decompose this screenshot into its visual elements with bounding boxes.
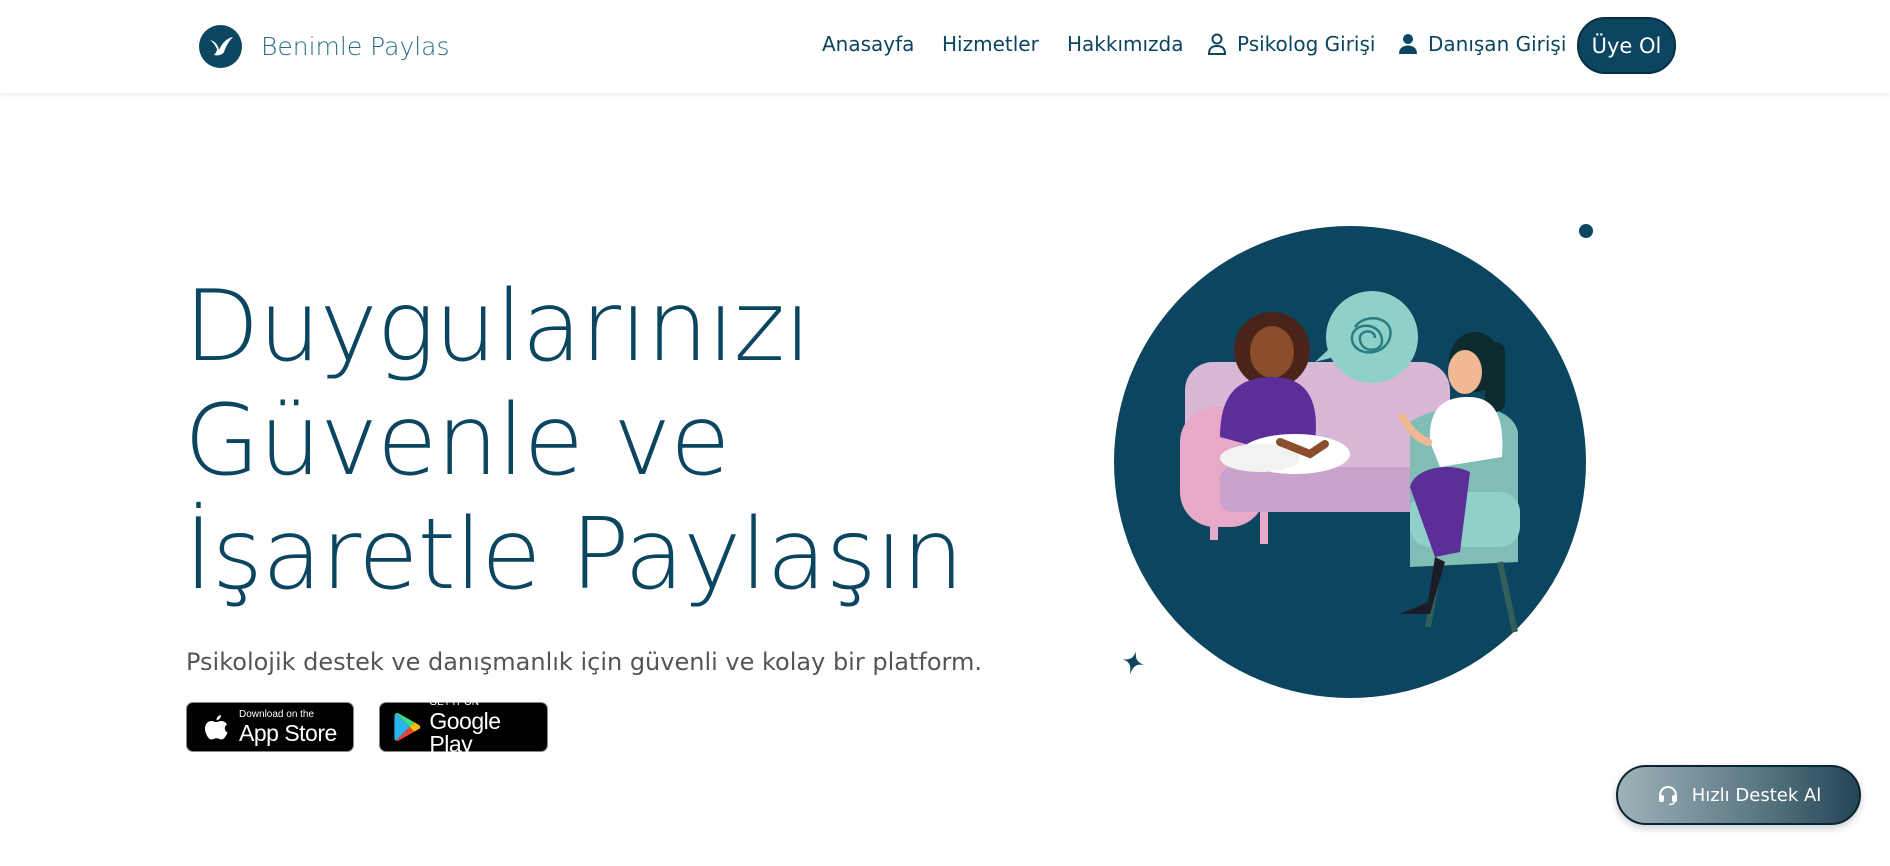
google-play-badge[interactable]: GET IT ON Google Play [379, 698, 548, 756]
badge-big-text: App Store [239, 719, 337, 746]
signup-button[interactable]: Üye Ol [1577, 17, 1676, 74]
badge-small-text: Download on the [239, 708, 315, 720]
main-nav: Anasayfa Hizmetler Hakkımızda Psikolog G… [0, 0, 1890, 93]
nav-item-hizmetler[interactable]: Hizmetler [942, 30, 1039, 58]
badge-big-text: Google Play [429, 708, 501, 757]
nav-item-label: Anasayfa [822, 32, 915, 56]
hero-title-line: Duygularınızı [184, 270, 811, 384]
google-play-icon [394, 712, 421, 742]
nav-item-hakkimizda[interactable]: Hakkımızda [1067, 30, 1184, 58]
hero-subtitle: Psikolojik destek ve danışmanlık için gü… [186, 648, 982, 676]
support-label: Hızlı Destek Al [1691, 784, 1822, 806]
hero-title-line: Güvenle ve [184, 384, 730, 498]
therapy-illustration [1110, 222, 1590, 702]
user-filled-icon [1399, 34, 1417, 54]
nav-item-psikolog-girisi[interactable]: Psikolog Girişi [1207, 30, 1375, 58]
nav-item-anasayfa[interactable]: Anasayfa [822, 30, 914, 58]
nav-item-label: Hakkımızda [1067, 32, 1184, 56]
top-navbar: Benimle Paylas Anasayfa Hizmetler Hakkım… [0, 0, 1890, 93]
apple-icon [205, 715, 228, 740]
nav-item-label: Danışan Girişi [1428, 32, 1567, 56]
user-outline-icon [1207, 33, 1227, 55]
nav-item-danisan-girisi[interactable]: Danışan Girişi [1398, 30, 1566, 58]
app-store-badge[interactable]: Download on the App Store [186, 702, 354, 752]
hero-title: Duygularınızı Güvenle ve İşaretle Paylaş… [184, 270, 1004, 612]
quick-support-button[interactable]: Hızlı Destek Al [1616, 765, 1861, 825]
nav-item-label: Psikolog Girişi [1237, 32, 1376, 56]
hero-title-line: İşaretle Paylaşın [184, 498, 964, 612]
nav-item-label: Hizmetler [942, 32, 1039, 56]
headset-icon [1658, 785, 1677, 806]
badge-small-text: GET IT ON [429, 697, 480, 708]
